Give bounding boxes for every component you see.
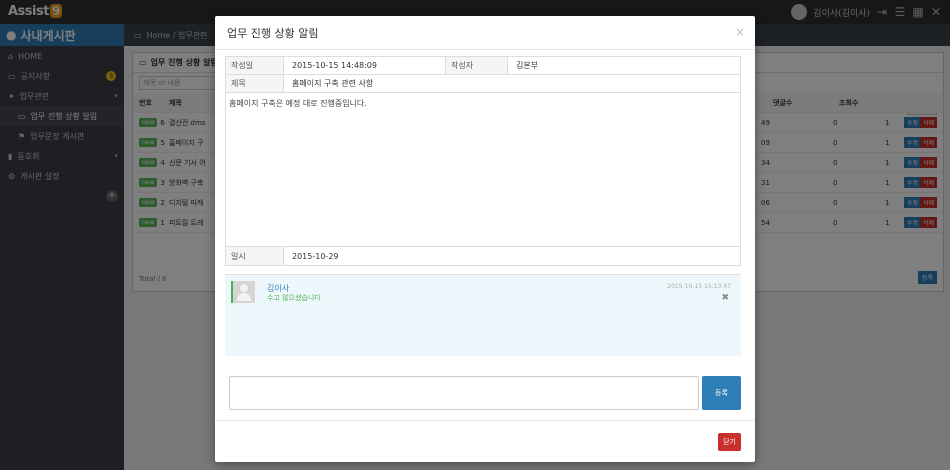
detail-modal: 업무 진행 상황 알림 × 작성일 2015-10-15 14:48:09 작성… — [215, 16, 755, 462]
subject-label: 제목 — [226, 75, 284, 92]
post-body: 홈페이지 구축은 예정 대로 진행중입니다. — [226, 93, 740, 247]
subject-value: 홈페이지 구축 관련 사항 — [292, 79, 374, 88]
comment-list: 김이사 수고 많으셨습니다 2015-10-15 15:13:47 ✖ — [225, 274, 741, 356]
comment-time: 2015-10-15 15:13:47 — [667, 283, 731, 290]
author-value: 김본부 — [516, 61, 539, 70]
modal-title: 업무 진행 상황 알림 — [227, 26, 319, 40]
when-value: 2015-10-29 — [292, 251, 339, 261]
when-label: 일시 — [226, 247, 284, 265]
avatar — [231, 281, 255, 303]
reply-row: 등록 — [225, 374, 745, 414]
comment-text: 수고 많으셨습니다 — [267, 294, 321, 302]
modal-body: 작성일 2015-10-15 14:48:09 작성자 김본부 제목 홈페이지 … — [225, 56, 745, 410]
post-info-table: 작성일 2015-10-15 14:48:09 작성자 김본부 제목 홈페이지 … — [225, 56, 741, 266]
author-label: 작성자 — [446, 57, 508, 74]
info-row-when: 일시 2015-10-29 — [226, 247, 740, 265]
close-button[interactable]: 닫기 — [718, 433, 741, 451]
modal-footer: 닫기 — [215, 420, 755, 462]
close-icon[interactable]: × — [735, 25, 745, 39]
modal-header: 업무 진행 상황 알림 × — [215, 16, 755, 50]
info-row-subject: 제목 홈페이지 구축 관련 사항 — [226, 75, 740, 93]
date-label: 작성일 — [226, 57, 284, 74]
submit-comment-button[interactable]: 등록 — [702, 376, 741, 410]
info-row-meta: 작성일 2015-10-15 14:48:09 작성자 김본부 — [226, 57, 740, 75]
date-value: 2015-10-15 14:48:09 — [284, 57, 446, 74]
delete-comment-icon[interactable]: ✖ — [721, 293, 729, 303]
comment-input[interactable] — [229, 376, 699, 410]
